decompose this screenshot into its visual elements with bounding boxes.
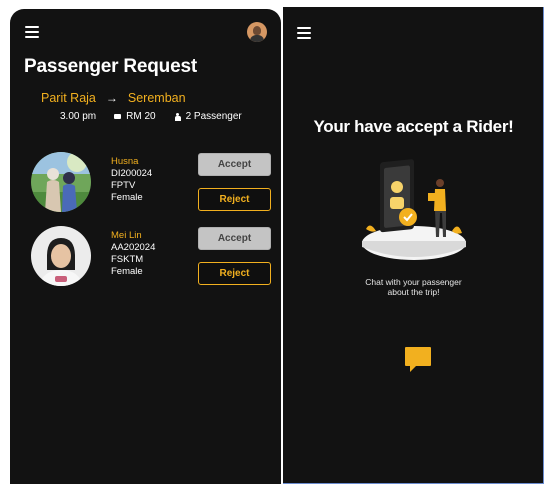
reject-button[interactable]: Reject bbox=[198, 262, 271, 285]
trip-price: RM 20 bbox=[126, 111, 156, 122]
chat-icon[interactable] bbox=[404, 345, 432, 375]
passenger-photo bbox=[31, 152, 91, 212]
route-to: Seremban bbox=[127, 91, 186, 105]
passenger-request-screen: Passenger Request Parit Raja → Seremban … bbox=[10, 9, 281, 484]
route-info: Parit Raja → Seremban bbox=[41, 91, 186, 105]
accepted-title: Your have accept a Rider! bbox=[313, 117, 514, 136]
page-title: Passenger Request bbox=[24, 56, 197, 77]
passenger-gender: Female bbox=[111, 192, 143, 203]
trip-meta: 3.00 pm RM 20 2 Passenger bbox=[60, 111, 242, 122]
person-icon bbox=[174, 112, 181, 121]
accept-button[interactable]: Accept bbox=[198, 227, 271, 250]
reject-button[interactable]: Reject bbox=[198, 188, 271, 211]
menu-icon[interactable] bbox=[25, 26, 39, 38]
arrow-icon: → bbox=[105, 91, 118, 105]
passenger-gender: Female bbox=[111, 266, 143, 277]
route-from: Parit Raja bbox=[41, 91, 96, 105]
passenger-name: Husna bbox=[111, 156, 139, 167]
phone-illustration bbox=[356, 159, 476, 269]
passenger-info: Mei Lin AA202024 FSKTM Female bbox=[111, 230, 155, 278]
trip-passengers: 2 Passenger bbox=[185, 111, 242, 122]
menu-icon[interactable] bbox=[297, 27, 311, 39]
passenger-faculty: FSKTM bbox=[111, 254, 144, 265]
rider-accepted-screen: Your have accept a Rider! Chat with your… bbox=[283, 7, 544, 484]
cash-icon bbox=[114, 114, 122, 119]
request-card: Mei Lin AA202024 FSKTM Female Accept Rej… bbox=[31, 226, 281, 288]
accept-button[interactable]: Accept bbox=[198, 153, 271, 176]
chat-caption: Chat with your passenger about the trip! bbox=[365, 277, 462, 297]
request-card: Husna DI200024 FPTV Female Accept Reject bbox=[31, 152, 281, 214]
trip-time: 3.00 pm bbox=[60, 111, 97, 122]
passenger-id: AA202024 bbox=[111, 242, 156, 253]
passenger-id: DI200024 bbox=[111, 168, 153, 179]
passenger-name: Mei Lin bbox=[111, 230, 142, 241]
user-avatar[interactable] bbox=[247, 22, 267, 42]
passenger-photo bbox=[31, 226, 91, 286]
passenger-info: Husna DI200024 FPTV Female bbox=[111, 156, 152, 204]
passenger-faculty: FPTV bbox=[111, 180, 136, 191]
